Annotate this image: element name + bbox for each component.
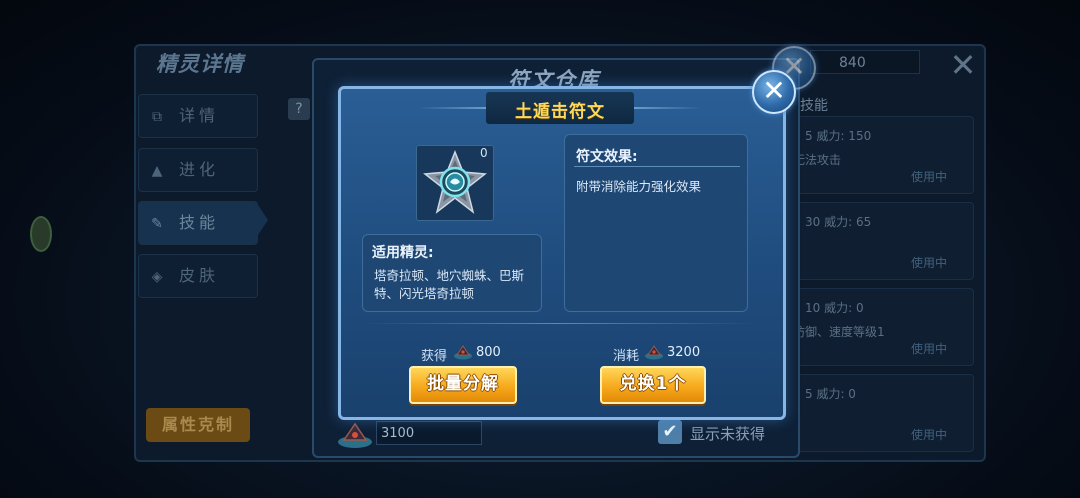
skill-power: 5 威力: 150 xyxy=(805,129,872,143)
cost-value: 3200 xyxy=(667,345,701,360)
popup-divider xyxy=(362,323,756,324)
spirit-detail-title: 精灵详情 xyxy=(156,52,244,76)
detail-icon: ⧉ xyxy=(152,109,166,125)
rune-currency-icon xyxy=(454,345,472,360)
skill-desc: 无法攻击 xyxy=(793,153,842,167)
skill-card[interactable]: 5 威力: 150 无法攻击 使用中 xyxy=(782,116,974,194)
gain-label: 获得 xyxy=(421,349,448,364)
skill-icon: ✎ xyxy=(151,216,167,232)
skill-power: 10 威力: 0 xyxy=(805,301,864,315)
tab-label: 皮肤 xyxy=(179,266,220,285)
tab-skill[interactable]: ✎ 技能 xyxy=(138,201,258,245)
skill-power: 5 威力: 0 xyxy=(805,387,856,401)
rune-effect-title: 符文效果: xyxy=(576,149,638,165)
batch-decompose-button[interactable]: 批量分解 xyxy=(409,366,517,404)
tab-label: 进化 xyxy=(179,160,220,179)
tab-skin[interactable]: ◈ 皮肤 xyxy=(138,254,258,298)
rune-currency-icon xyxy=(645,345,663,360)
skill-card[interactable]: 30 威力: 65 使用中 xyxy=(782,202,974,280)
skill-status: 使用中 xyxy=(910,256,947,270)
active-tab-pointer xyxy=(256,202,268,238)
skill-desc: 防御、速度等级1 xyxy=(793,325,885,339)
help-icon[interactable]: ? xyxy=(288,98,310,120)
show-unobtained-checkbox[interactable]: ✔ xyxy=(658,420,682,444)
skill-header: 技能 xyxy=(800,98,828,114)
cost-label: 消耗 xyxy=(613,349,640,364)
skin-icon: ◈ xyxy=(151,269,167,285)
rune-effect-text: 附带消除能力强化效果 xyxy=(576,179,702,194)
detail-close-icon[interactable]: ✕ xyxy=(946,48,980,82)
tab-evolve[interactable]: ▲ 进化 xyxy=(138,148,258,192)
currency-count: 840 xyxy=(810,50,920,74)
close-button[interactable]: ✕ xyxy=(752,70,796,114)
gain-value: 800 xyxy=(476,345,501,360)
show-unobtained-label: 显示未获得 xyxy=(690,425,766,443)
tab-label: 详情 xyxy=(179,106,220,125)
skill-card[interactable]: 5 威力: 0 使用中 xyxy=(782,374,974,452)
applicable-spirits-text: 塔奇拉顿、地穴蜘蛛、巴斯特、闪光塔奇拉顿 xyxy=(374,268,525,301)
popup-title: 土遁击符文 xyxy=(515,102,605,122)
skill-status: 使用中 xyxy=(910,428,947,442)
rune-count: 0 xyxy=(480,146,488,160)
tab-detail[interactable]: ⧉ 详情 xyxy=(138,94,258,138)
skill-status: 使用中 xyxy=(910,342,947,356)
skill-status: 使用中 xyxy=(910,170,947,184)
skill-card[interactable]: 10 威力: 0 防御、速度等级1 使用中 xyxy=(782,288,974,366)
skill-power: 30 威力: 65 xyxy=(805,215,872,229)
exchange-button[interactable]: 兑换1个 xyxy=(600,366,706,404)
tab-label: 技能 xyxy=(179,213,220,232)
evolve-icon: ▲ xyxy=(151,163,167,179)
rune-currency-icon xyxy=(338,422,372,448)
effect-divider xyxy=(574,166,740,167)
applicable-spirits-title: 适用精灵: xyxy=(372,245,434,261)
owned-rune-currency: 3100 xyxy=(376,421,482,445)
side-orb-icon xyxy=(30,216,52,252)
attribute-counter-button[interactable]: 属性克制 xyxy=(146,408,250,442)
